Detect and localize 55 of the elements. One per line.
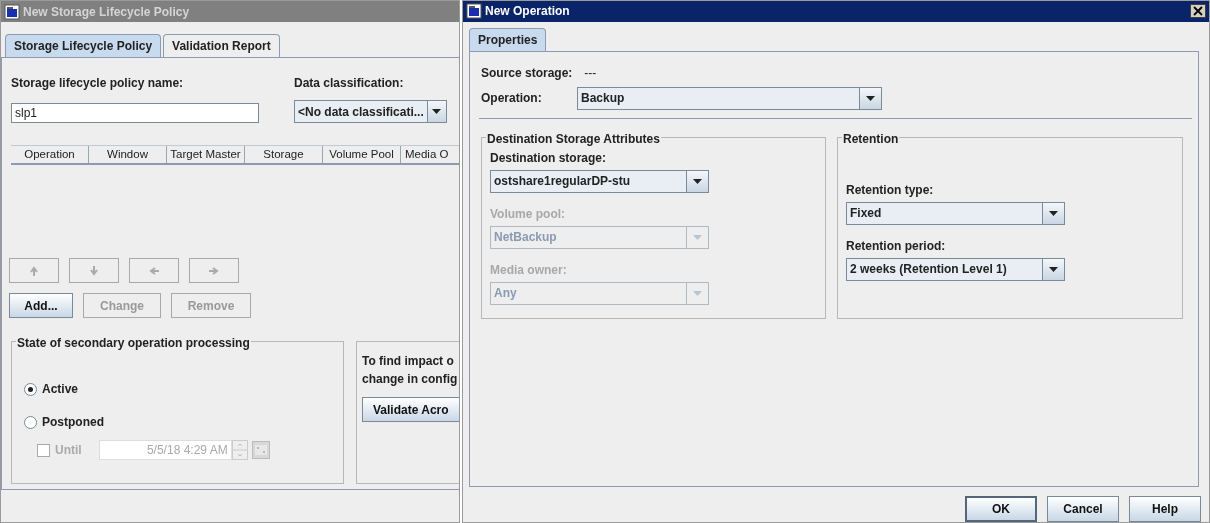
dropdown[interactable]: ostshare1regularDP-stu: [490, 169, 709, 193]
window-icon: [4, 3, 20, 20]
window-title: New Storage Lifecycle Policy: [23, 3, 191, 21]
window-icon: [466, 3, 482, 20]
radio-button[interactable]: [24, 382, 37, 396]
caret-icon: [1049, 266, 1058, 272]
spinner-icon: [231, 440, 248, 460]
window-title: New Operation: [485, 3, 571, 21]
caret-icon: [432, 109, 442, 114]
field-label: Data classification:: [294, 75, 405, 92]
dropdown[interactable]: Fixed: [846, 201, 1065, 225]
column-header[interactable]: Volume Pool: [323, 146, 401, 163]
field-label: Operation:: [481, 90, 543, 108]
close-icon[interactable]: [1190, 4, 1206, 19]
tab[interactable]: Storage Lifecycle Policy: [5, 34, 162, 57]
info-text: change in config: [362, 371, 459, 388]
button[interactable]: Cancel: [1047, 496, 1119, 522]
column-header[interactable]: Window: [89, 146, 167, 163]
arrow-icon: [89, 265, 99, 276]
dropdown[interactable]: <No data classificati...: [294, 100, 447, 123]
tab[interactable]: Properties: [469, 27, 547, 51]
column-header[interactable]: Target Master: [167, 146, 245, 163]
text-field[interactable]: slp1: [11, 103, 259, 123]
info-text: To find impact o: [362, 353, 455, 370]
caret-icon: [866, 95, 875, 101]
dropdown[interactable]: 2 weeks (Retention Level 1): [846, 257, 1065, 281]
arrow-icon: [149, 265, 159, 276]
caret-icon: [1049, 210, 1058, 216]
validate-button[interactable]: Validate Acro: [362, 397, 459, 422]
button[interactable]: Help: [1129, 496, 1201, 522]
radio-label: Active: [42, 381, 79, 398]
column-header[interactable]: Media O: [401, 146, 459, 163]
caret-icon: [693, 290, 702, 296]
column-header[interactable]: Operation: [11, 146, 89, 163]
tab[interactable]: Validation Report: [163, 34, 280, 57]
field-label: Destination storage:: [490, 149, 607, 167]
radio-label: Postponed: [42, 414, 104, 431]
caret-icon: [693, 178, 702, 184]
column-header[interactable]: Storage: [245, 146, 323, 163]
button[interactable]: Add...: [9, 293, 73, 318]
field-label: Media owner:: [490, 261, 568, 279]
field-label: Volume pool:: [490, 205, 567, 223]
field-label: Retention period:: [846, 237, 947, 255]
caret-icon: [693, 234, 702, 240]
field-label: Storage lifecycle policy name:: [11, 75, 185, 92]
field-label: Source storage:: [481, 64, 573, 82]
arrow-icon: [29, 265, 39, 276]
radio-button[interactable]: [24, 415, 37, 429]
field-label: Retention type:: [846, 181, 935, 199]
button[interactable]: OK: [965, 496, 1037, 522]
dropdown[interactable]: Backup: [577, 86, 882, 110]
field-value: ---: [584, 64, 597, 82]
checkbox-label: Until: [55, 442, 82, 459]
calendar-icon: [251, 441, 270, 459]
arrow-icon: [209, 265, 219, 276]
